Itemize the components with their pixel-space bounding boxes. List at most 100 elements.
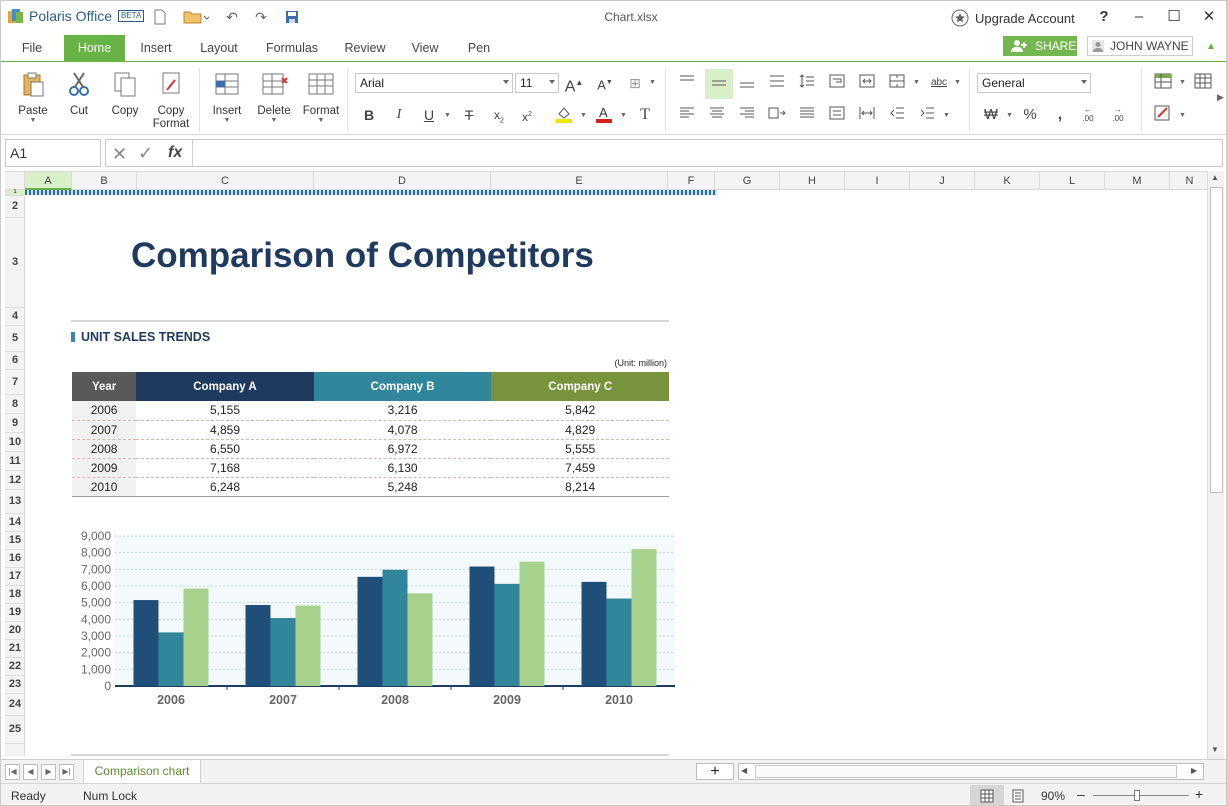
spelling-dropdown-icon[interactable]: ▼ [954, 79, 961, 86]
scroll-down-icon[interactable]: ▼ [1211, 745, 1219, 754]
table-header-cell[interactable]: Company C [491, 372, 669, 401]
row-header-4[interactable]: 4 [5, 308, 25, 326]
table-cell[interactable]: 5,842 [491, 401, 669, 421]
fit-width-icon[interactable] [857, 105, 877, 125]
row-header-22[interactable]: 22 [5, 658, 25, 676]
row-header-13[interactable]: 13 [5, 490, 25, 514]
vertical-scrollbar[interactable]: ▲ ▼ [1207, 171, 1224, 759]
row-header-16[interactable]: 16 [5, 550, 25, 568]
table-cell[interactable]: 4,078 [313, 420, 492, 440]
row-header-18[interactable]: 18 [5, 586, 25, 604]
align-top-icon[interactable] [677, 73, 697, 93]
collapse-ribbon-icon[interactable]: ▲ [1206, 41, 1216, 52]
maximize-icon[interactable]: ☐ [1162, 7, 1186, 27]
minimize-icon[interactable]: – [1127, 7, 1151, 27]
subscript-icon[interactable]: x2 [489, 105, 509, 125]
zoom-level[interactable]: 90% [1041, 789, 1065, 803]
border-dropdown-icon[interactable]: ▼ [649, 79, 656, 86]
wrap-text-icon[interactable] [827, 73, 847, 93]
table-cell[interactable]: 6,130 [313, 458, 492, 478]
table-cell[interactable]: 5,248 [313, 477, 492, 497]
zoom-in-icon[interactable]: + [1195, 786, 1203, 802]
scroll-right-icon[interactable]: ▶ [1191, 766, 1197, 775]
text-direction-icon[interactable] [767, 105, 787, 125]
align-bottom-icon[interactable] [737, 73, 757, 93]
fill-color-dropdown-icon[interactable]: ▼ [580, 112, 587, 119]
sheet-tab-comparison-chart[interactable]: Comparison chart [83, 760, 201, 784]
currency-icon[interactable]: ₩ [981, 105, 1001, 125]
table-cell[interactable]: 6,550 [136, 439, 314, 459]
table-cell[interactable]: 4,859 [136, 420, 314, 440]
justify-icon[interactable] [797, 105, 817, 125]
row-header-19[interactable]: 19 [5, 604, 25, 622]
close-icon[interactable]: ✕ [1197, 7, 1221, 27]
table-cell[interactable]: 2006 [72, 401, 137, 421]
number-format-select[interactable]: General [977, 73, 1091, 93]
copy-format-button[interactable]: Copy Format [151, 70, 191, 131]
scroll-up-icon[interactable]: ▲ [1211, 173, 1219, 182]
zoom-out-icon[interactable]: – [1077, 786, 1085, 802]
distribute-horizontal-icon[interactable] [827, 105, 847, 125]
font-size-select[interactable]: 11 [515, 73, 559, 93]
row-header-21[interactable]: 21 [5, 640, 25, 658]
column-header-a[interactable]: A [25, 172, 72, 190]
strikethrough-icon[interactable]: T [459, 105, 479, 125]
font-color-dropdown-icon[interactable]: ▼ [620, 112, 627, 119]
row-header-24[interactable]: 24 [5, 694, 25, 716]
table-header-cell[interactable]: Company B [313, 372, 492, 401]
next-sheet-icon[interactable]: ▶ [41, 764, 56, 780]
column-header-k[interactable]: K [975, 172, 1040, 190]
horizontal-scroll-thumb[interactable] [755, 765, 1177, 778]
insert-cells-button[interactable]: Insert ▼ [207, 70, 247, 124]
align-center-icon[interactable] [707, 105, 727, 125]
row-header-6[interactable]: 6 [5, 352, 25, 370]
decrease-font-icon[interactable]: A▼ [595, 73, 615, 93]
tab-file[interactable]: File [13, 35, 51, 61]
tab-pen[interactable]: Pen [462, 35, 496, 61]
table-cell[interactable]: 6,972 [313, 439, 492, 459]
table-header-cell[interactable]: Company A [136, 372, 314, 401]
tab-view[interactable]: View [406, 35, 444, 61]
shrink-to-fit-icon[interactable] [857, 73, 877, 93]
new-document-icon[interactable] [151, 8, 169, 26]
tab-layout[interactable]: Layout [193, 35, 245, 61]
ribbon-scroll-right-icon[interactable]: ▶ [1217, 92, 1224, 103]
first-sheet-icon[interactable]: |◀ [5, 764, 20, 780]
row-header-10[interactable]: 10 [5, 433, 25, 452]
merge-dropdown-icon[interactable]: ▼ [913, 79, 920, 86]
select-all-corner[interactable] [5, 172, 25, 190]
row-header-5[interactable]: 5 [5, 326, 25, 352]
increase-font-icon[interactable]: A▲ [564, 73, 584, 95]
page-layout-view-icon[interactable] [1011, 789, 1025, 805]
open-folder-icon[interactable] [181, 8, 211, 26]
table-cell[interactable]: 6,248 [136, 477, 314, 497]
zoom-slider-track[interactable] [1093, 795, 1189, 796]
percent-icon[interactable]: % [1020, 105, 1040, 125]
row-header-23[interactable]: 23 [5, 676, 25, 694]
table-cell[interactable]: 4,829 [491, 420, 669, 440]
spelling-icon[interactable]: abc [927, 73, 951, 93]
delete-cells-button[interactable]: Delete ▼ [253, 70, 295, 124]
bold-icon[interactable]: B [359, 105, 379, 125]
underline-icon[interactable]: U [419, 105, 439, 125]
copy-button[interactable]: Copy [107, 70, 143, 117]
font-color-icon[interactable]: A [594, 105, 614, 125]
formula-input[interactable] [198, 142, 1218, 164]
row-header-15[interactable]: 15 [5, 532, 25, 550]
help-icon[interactable]: ? [1092, 7, 1116, 27]
format-cells-button[interactable]: Format ▼ [301, 70, 341, 124]
table-cell[interactable]: 7,459 [491, 458, 669, 478]
increase-indent-icon[interactable] [917, 105, 937, 125]
user-account-button[interactable]: JOHN WAYNE [1087, 36, 1193, 56]
row-header-3[interactable]: 3 [5, 218, 25, 308]
confirm-edit-icon[interactable]: ✓ [138, 143, 153, 164]
clear-format-icon[interactable]: T [635, 105, 655, 125]
table-style-dropdown-icon[interactable]: ▼ [1179, 79, 1186, 86]
tab-review[interactable]: Review [339, 35, 391, 61]
table-style-icon[interactable] [1153, 73, 1173, 93]
column-header-n[interactable]: N [1170, 172, 1210, 190]
normal-view-icon[interactable] [970, 785, 1004, 805]
comma-style-icon[interactable]: , [1050, 105, 1070, 125]
undo-icon[interactable]: ↶ [223, 8, 241, 26]
share-button[interactable]: SHARE [1003, 36, 1077, 56]
